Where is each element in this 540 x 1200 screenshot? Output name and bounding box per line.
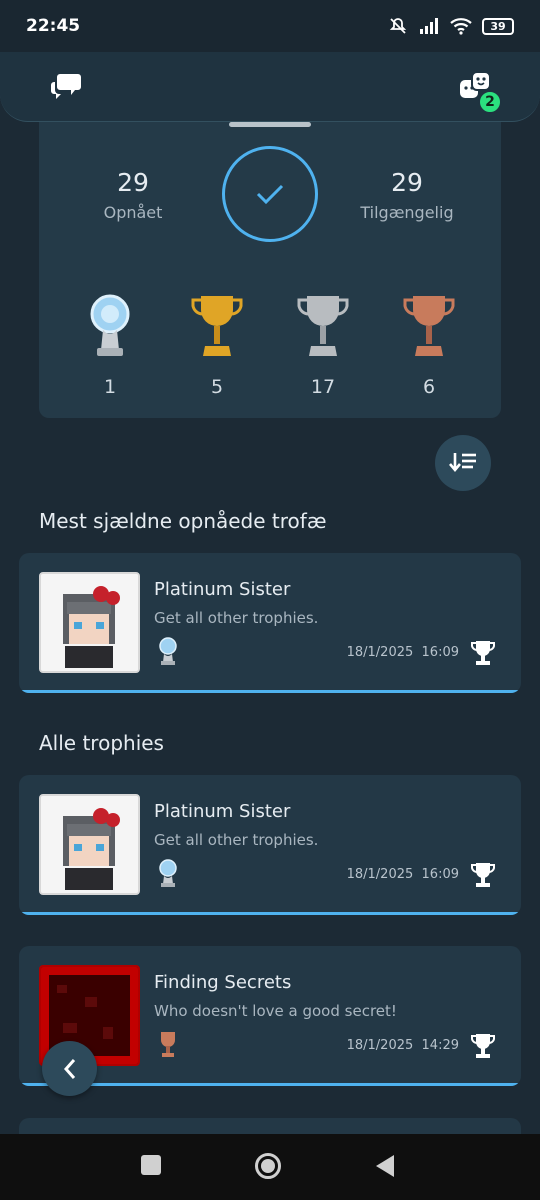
platinum-grade-icon	[159, 859, 177, 887]
trophy-description: Get all other trophies.	[154, 831, 319, 849]
party-badge: 2	[478, 90, 502, 114]
system-nav-bar	[0, 1134, 540, 1200]
progress-bar	[19, 912, 521, 915]
character-avatar-icon	[41, 574, 138, 671]
all-trophies-section-title: Alle trophies	[39, 731, 164, 755]
mute-icon	[389, 18, 407, 34]
available-stat: 29 Tilgængelig	[347, 168, 467, 222]
earned-count: 29	[117, 168, 149, 197]
trophy-thumbnail	[39, 794, 140, 895]
battery-indicator: 39	[482, 17, 514, 35]
character-avatar-icon	[41, 796, 138, 893]
available-count: 29	[391, 168, 423, 197]
back-button[interactable]	[42, 1041, 97, 1096]
completion-circle	[222, 146, 318, 242]
rarest-section-title: Mest sjældne opnåede trofæ	[39, 509, 327, 533]
trophy-summary-card: 29 Opnået 29 Tilgængelig 1 5 17 6	[39, 110, 501, 418]
platinum-count: 1	[103, 376, 117, 398]
sort-icon	[449, 453, 476, 473]
trophy-outline-icon	[471, 863, 495, 887]
trophy-time: 14:29	[421, 1038, 459, 1053]
platinum-trophy-count: 1	[75, 290, 145, 398]
silver-trophy-icon	[297, 296, 349, 356]
trophy-thumbnail	[39, 572, 140, 673]
trophy-name: Finding Secrets	[154, 972, 292, 993]
rarest-trophy-card[interactable]: Platinum Sister Get all other trophies. …	[19, 553, 521, 693]
trophy-earned-date: 18/1/2025 14:29	[347, 1038, 459, 1053]
status-time: 22:45	[26, 16, 81, 36]
trophy-description: Who doesn't love a good secret!	[154, 1002, 397, 1020]
gold-count: 5	[210, 376, 224, 398]
trophy-name: Platinum Sister	[154, 801, 291, 822]
trophy-outline-icon	[471, 641, 495, 665]
back-chevron-icon	[63, 1058, 75, 1079]
silver-trophy-count: 17	[288, 290, 358, 398]
trophy-description: Get all other trophies.	[154, 609, 319, 627]
wifi-icon	[450, 18, 472, 35]
trophy-name: Platinum Sister	[154, 579, 291, 600]
progress-bar	[19, 1083, 521, 1086]
trophy-date: 18/1/2025	[346, 1038, 414, 1053]
trophy-date: 18/1/2025	[346, 645, 414, 660]
platinum-grade-icon	[159, 637, 177, 665]
chat-bubbles-icon[interactable]	[48, 68, 84, 104]
checkmark-icon	[256, 184, 284, 205]
bronze-trophy-count: 6	[394, 290, 464, 398]
drag-handle[interactable]	[229, 122, 311, 127]
home-icon[interactable]	[254, 1152, 282, 1180]
trophy-time: 16:09	[421, 867, 459, 882]
gold-trophy-count: 5	[182, 290, 252, 398]
recents-icon[interactable]	[140, 1154, 162, 1176]
trophy-time: 16:09	[421, 645, 459, 660]
earned-label: Opnået	[103, 203, 163, 222]
back-nav-icon[interactable]	[374, 1154, 396, 1178]
status-icons: 39	[388, 16, 514, 36]
top-app-bar: 2	[0, 52, 540, 122]
gold-trophy-icon	[191, 296, 243, 356]
status-bar: 22:45 39	[0, 0, 540, 52]
trophy-earned-date: 18/1/2025 16:09	[347, 867, 459, 882]
bronze-count: 6	[422, 376, 436, 398]
earned-stat: 29 Opnået	[73, 168, 193, 222]
trophy-date: 18/1/2025	[346, 867, 414, 882]
trophy-card[interactable]: Platinum Sister Get all other trophies. …	[19, 775, 521, 915]
trophy-outline-icon	[471, 1034, 495, 1058]
progress-bar	[19, 690, 521, 693]
platinum-trophy-icon	[90, 294, 130, 356]
bronze-trophy-icon	[403, 296, 455, 356]
silver-count: 17	[310, 376, 336, 398]
signal-icon	[420, 18, 438, 34]
bronze-grade-icon	[161, 1032, 175, 1057]
available-label: Tilgængelig	[360, 203, 454, 222]
trophy-earned-date: 18/1/2025 16:09	[347, 645, 459, 660]
sort-button[interactable]	[435, 435, 491, 491]
